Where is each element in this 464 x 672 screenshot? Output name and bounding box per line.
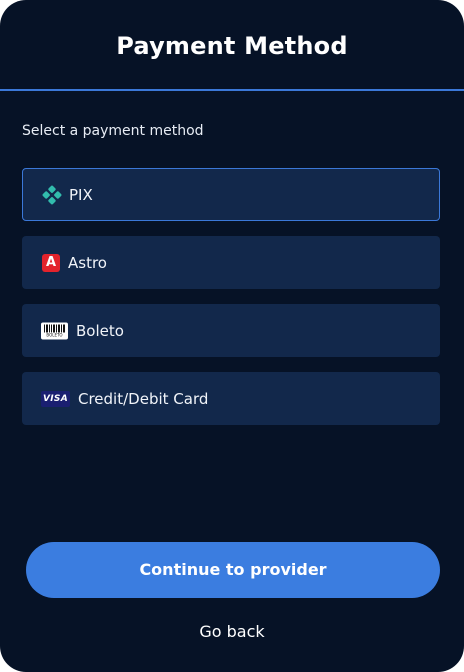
dialog-title: Payment Method [116, 32, 348, 60]
payment-option-label: Credit/Debit Card [78, 389, 209, 408]
payment-option-astro[interactable]: A Astro [22, 236, 440, 289]
payment-option-label: Boleto [76, 321, 124, 340]
payment-method-dialog: Payment Method Select a payment method P… [0, 0, 464, 672]
continue-to-provider-button[interactable]: Continue to provider [26, 542, 440, 598]
visa-icon: VISA [41, 390, 70, 407]
payment-option-label: Astro [68, 253, 107, 272]
payment-option-card[interactable]: VISA Credit/Debit Card [22, 372, 440, 425]
payment-method-prompt: Select a payment method [22, 123, 204, 139]
payment-option-pix[interactable]: PIX [22, 168, 440, 221]
barcode-icon-text: BOLETO [46, 332, 63, 337]
astro-icon: A [42, 253, 60, 272]
go-back-button[interactable]: Go back [182, 620, 282, 644]
pix-icon [42, 185, 62, 205]
payment-option-boleto[interactable]: BOLETO Boleto [22, 304, 440, 357]
dialog-header: Payment Method [0, 0, 464, 91]
payment-option-label: PIX [69, 185, 93, 204]
barcode-icon: BOLETO [41, 322, 68, 339]
